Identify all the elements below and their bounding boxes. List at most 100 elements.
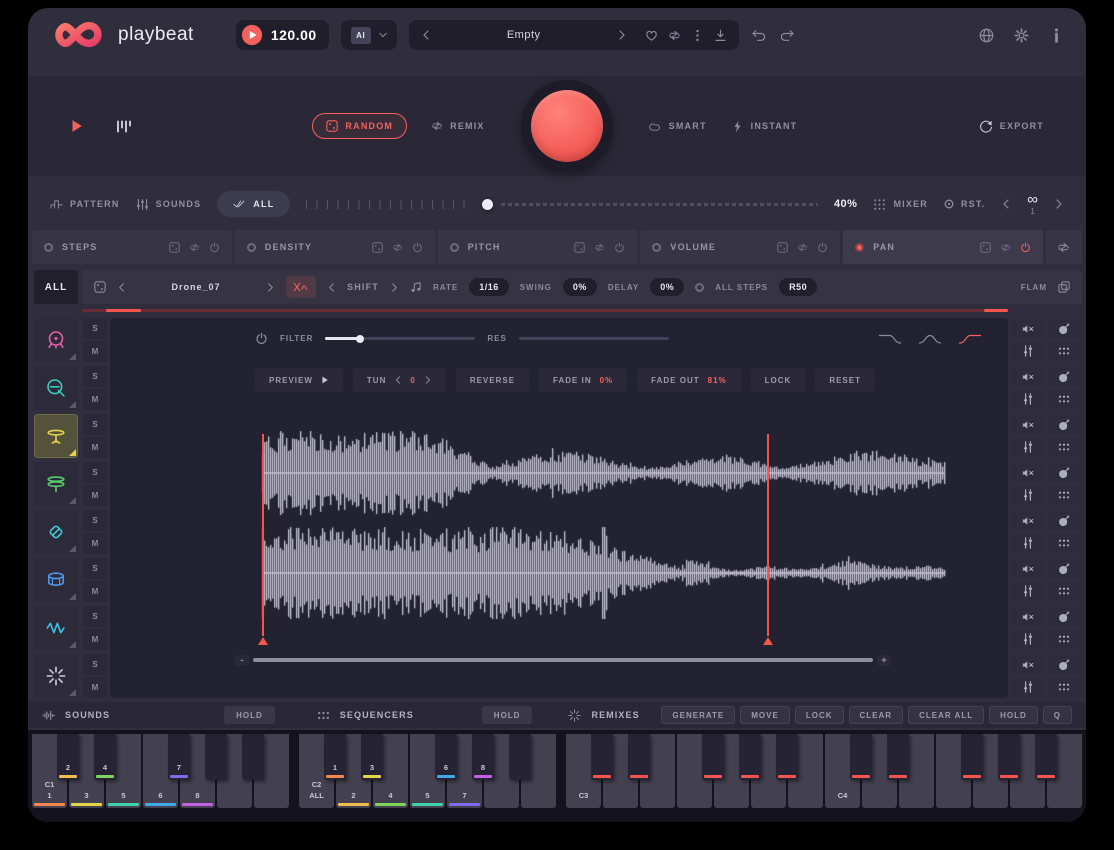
zoom-in-button[interactable]: +: [877, 655, 891, 666]
mute-button-5[interactable]: M: [83, 533, 107, 554]
zoom-out-button[interactable]: -: [235, 655, 249, 666]
mute-button-2[interactable]: M: [83, 389, 107, 410]
delay-value[interactable]: 0%: [650, 278, 684, 296]
channel-fader-button[interactable]: [1012, 582, 1045, 602]
sample-prev-icon[interactable]: [117, 283, 126, 292]
bpm-display[interactable]: 120.00: [236, 20, 329, 50]
sound-slot-5[interactable]: [34, 510, 78, 554]
mute-speaker-button[interactable]: [1012, 463, 1045, 483]
pattern-prev-icon[interactable]: [1001, 199, 1011, 209]
hold-button[interactable]: HOLD: [989, 706, 1038, 724]
step-grid-button[interactable]: [1048, 678, 1081, 698]
move-button[interactable]: MOVE: [740, 706, 790, 724]
tab-volume[interactable]: VOLUME: [640, 230, 840, 264]
all-sounds-selector[interactable]: ALL: [34, 270, 78, 304]
step-grid-button[interactable]: [1048, 486, 1081, 506]
sound-slot-8[interactable]: [34, 654, 78, 698]
glitch-button[interactable]: [1048, 655, 1081, 675]
reverse-button[interactable]: REVERSE: [456, 368, 529, 392]
undo-icon[interactable]: [751, 27, 767, 43]
favorite-heart-icon[interactable]: [645, 29, 658, 42]
piano-key-black[interactable]: [850, 734, 872, 780]
bandpass-filter-icon[interactable]: [918, 332, 942, 345]
dice-icon[interactable]: [574, 242, 585, 253]
trigger-pad[interactable]: [531, 90, 603, 162]
mute-button-1[interactable]: M: [83, 341, 107, 362]
tune-up-icon[interactable]: [424, 376, 432, 384]
swing-value[interactable]: 0%: [563, 278, 597, 296]
sound-slot-7[interactable]: [34, 606, 78, 650]
tab-radio-icon[interactable]: [247, 243, 256, 252]
clear-all-button[interactable]: CLEAR ALL: [908, 706, 984, 724]
solo-button-7[interactable]: S: [83, 606, 107, 627]
preset-menu-icon[interactable]: [691, 29, 704, 42]
sound-slot-2[interactable]: [34, 366, 78, 410]
piano-key-black[interactable]: [961, 734, 983, 780]
sound-slot-6[interactable]: [34, 558, 78, 602]
tab-radio-icon[interactable]: [44, 243, 53, 252]
mute-speaker-button[interactable]: [1012, 319, 1045, 339]
power-icon[interactable]: [1020, 242, 1031, 253]
channel-fader-button[interactable]: [1012, 486, 1045, 506]
preset-name[interactable]: Empty: [441, 29, 607, 41]
sample-start-marker[interactable]: [262, 434, 264, 636]
copy-icon[interactable]: [1058, 281, 1070, 293]
clear-button[interactable]: CLEAR: [849, 706, 904, 724]
randomness-slider[interactable]: [306, 186, 818, 222]
piano-key-black[interactable]: [205, 734, 227, 780]
all-steps-radio[interactable]: [695, 283, 704, 292]
shift-left-icon[interactable]: [327, 283, 336, 292]
shift-right-icon[interactable]: [390, 283, 399, 292]
step-grid-button[interactable]: [1048, 582, 1081, 602]
q-button[interactable]: Q: [1043, 706, 1072, 724]
filter-power-icon[interactable]: [255, 332, 268, 345]
mute-speaker-button[interactable]: [1012, 559, 1045, 579]
piano-key-black[interactable]: [776, 734, 798, 780]
pattern-view-button[interactable]: PATTERN: [50, 198, 120, 211]
piano-key-black-7[interactable]: 7: [168, 734, 190, 780]
waveform-scrollbar[interactable]: - +: [235, 654, 891, 666]
tab-pan[interactable]: PAN: [843, 230, 1043, 264]
piano-key-black-1[interactable]: 1: [324, 734, 346, 780]
tab-density[interactable]: DENSITY: [235, 230, 435, 264]
dice-icon[interactable]: [777, 242, 788, 253]
power-icon[interactable]: [209, 242, 220, 253]
scrollbar-thumb[interactable]: [253, 658, 873, 662]
piano-key-black-6[interactable]: 6: [435, 734, 457, 780]
step-grid-button[interactable]: [1048, 630, 1081, 650]
solo-button-6[interactable]: S: [83, 558, 107, 579]
sample-end-marker[interactable]: [767, 434, 769, 636]
mute-speaker-button[interactable]: [1012, 655, 1045, 675]
tab-radio-icon[interactable]: [855, 243, 864, 252]
export-button[interactable]: EXPORT: [979, 119, 1044, 133]
highpass-filter-icon[interactable]: [958, 332, 982, 345]
piano-key-black[interactable]: [628, 734, 650, 780]
sync-button[interactable]: [1046, 230, 1082, 264]
tune-control[interactable]: TUN 0: [353, 368, 446, 392]
piano-key-black[interactable]: [1035, 734, 1057, 780]
piano-key-black[interactable]: [509, 734, 531, 780]
dice-icon[interactable]: [94, 281, 106, 293]
mute-button-7[interactable]: M: [83, 629, 107, 650]
step-grid-button[interactable]: [1048, 390, 1081, 410]
glitch-button[interactable]: [1048, 511, 1081, 531]
mute-button-6[interactable]: M: [83, 581, 107, 602]
slider-knob[interactable]: [482, 199, 493, 210]
piano-key-black[interactable]: [887, 734, 909, 780]
sound-slot-1[interactable]: [34, 318, 78, 362]
lock-button[interactable]: LOCK: [795, 706, 844, 724]
piano-roll-icon[interactable]: [116, 119, 131, 134]
range-start-segment[interactable]: [106, 309, 141, 312]
sample-next-icon[interactable]: [266, 283, 275, 292]
step-grid-button[interactable]: [1048, 534, 1081, 554]
piano-key-black[interactable]: [702, 734, 724, 780]
piano-key-black[interactable]: [242, 734, 264, 780]
channel-fader-button[interactable]: [1012, 534, 1045, 554]
loop-icon[interactable]: [1000, 242, 1011, 253]
reload-preset-icon[interactable]: [668, 29, 681, 42]
mute-speaker-button[interactable]: [1012, 607, 1045, 627]
loop-icon[interactable]: [797, 242, 808, 253]
glitch-button[interactable]: [1048, 367, 1081, 387]
power-icon[interactable]: [614, 242, 625, 253]
loop-icon[interactable]: [594, 242, 605, 253]
